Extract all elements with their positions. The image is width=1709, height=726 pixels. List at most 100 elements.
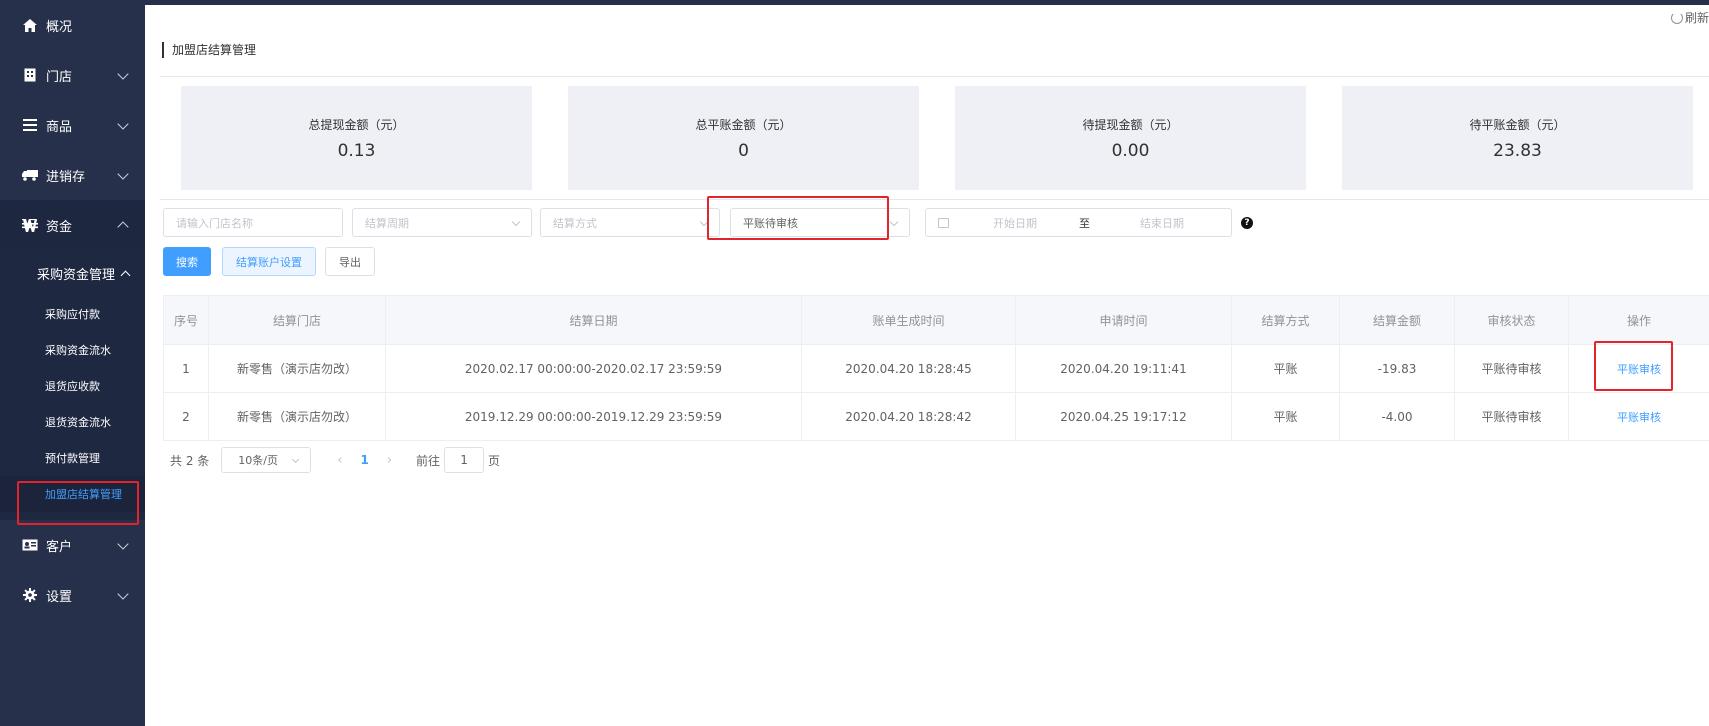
divider [160, 76, 1709, 77]
store-name-input[interactable]: 请输入门店名称 [163, 208, 343, 237]
stat-value: 0 [738, 140, 749, 161]
sub-item-payables[interactable]: 采购应付款 [0, 296, 145, 332]
home-icon [22, 17, 38, 33]
cell-action: 平账审核 [1568, 392, 1709, 441]
stat-label: 待平账金额（元） [1469, 117, 1566, 132]
sidebar-item-funds[interactable]: 资金 [0, 200, 145, 250]
col-header: 结算方式 [1231, 295, 1340, 345]
goto-page-value: 1 [460, 453, 468, 467]
export-button[interactable]: 导出 [325, 247, 375, 276]
sidebar-item-label: 商品 [46, 119, 73, 135]
cell-applied: 2020.04.20 19:11:41 [1015, 344, 1232, 393]
table-row: 1 新零售（演示店勿改） 2020.02.17 00:00:00-2020.02… [163, 344, 1709, 393]
cell-amount: -19.83 [1339, 344, 1455, 393]
col-header: 操作 [1568, 295, 1709, 345]
stat-label: 总平账金额（元） [695, 117, 792, 132]
status-value: 平账待审核 [743, 216, 798, 230]
chevron-down-icon [117, 68, 129, 80]
submenu-procurement-funds[interactable]: 采购资金管理 [0, 250, 145, 296]
page-size-value: 10条/页 [238, 454, 278, 467]
cell-store: 新零售（演示店勿改） [208, 392, 386, 441]
search-button[interactable]: 搜索 [163, 247, 211, 276]
sub-item-return-flow[interactable]: 退货资金流水 [0, 404, 145, 440]
chevron-down-icon [117, 118, 129, 130]
chevron-down-icon [117, 168, 129, 180]
cell-store: 新零售（演示店勿改） [208, 344, 386, 393]
cell-period: 2019.12.29 00:00:00-2019.12.29 23:59:59 [385, 392, 802, 441]
stats-row: 总提现金额（元） 0.13 总平账金额（元） 0 待提现金额（元） 0.00 待… [181, 86, 1693, 190]
date-range-picker[interactable]: 开始日期 至 结束日期 [925, 208, 1232, 237]
chevron-down-icon [292, 455, 300, 464]
sidebar-item-label: 客户 [46, 539, 73, 555]
status-select[interactable]: 平账待审核 [730, 208, 910, 237]
store-name-placeholder: 请输入门店名称 [176, 216, 253, 230]
account-settings-button[interactable]: 结算账户设置 [222, 247, 316, 276]
sidebar-item-store[interactable]: 门店 [0, 50, 145, 100]
sub-item-return-receivables[interactable]: 退货应收款 [0, 368, 145, 404]
sidebar-item-customer[interactable]: 客户 [0, 520, 145, 570]
sub-item-prepayment[interactable]: 预付款管理 [0, 440, 145, 476]
chevron-down-icon [889, 217, 899, 227]
sub-item-franchise-settlement[interactable]: 加盟店结算管理 [0, 476, 145, 512]
cell-method: 平账 [1231, 344, 1340, 393]
end-date-placeholder: 结束日期 [1140, 216, 1184, 230]
help-icon[interactable]: ? [1241, 217, 1253, 229]
total-count: 共 2 条 [170, 453, 210, 468]
chevron-down-icon [511, 217, 521, 227]
refresh-label: 刷新 [1684, 11, 1709, 25]
truck-icon [22, 167, 38, 183]
col-header: 申请时间 [1015, 295, 1232, 345]
col-header: 序号 [163, 295, 209, 345]
currency-icon [22, 217, 38, 233]
stat-card-total-withdraw: 总提现金额（元） 0.13 [181, 86, 532, 190]
top-bar [145, 0, 1709, 5]
cell-action: 平账审核 [1568, 344, 1709, 393]
method-select[interactable]: 结算方式 [540, 208, 720, 237]
current-page[interactable]: 1 [360, 453, 368, 467]
audit-link[interactable]: 平账审核 [1617, 411, 1661, 424]
audit-link[interactable]: 平账审核 [1617, 363, 1661, 376]
page-size-select[interactable]: 10条/页 [221, 447, 312, 473]
cell-no: 2 [163, 392, 209, 441]
col-header: 审核状态 [1454, 295, 1569, 345]
submenu-tail [0, 512, 145, 520]
stat-value: 0.00 [1111, 140, 1150, 161]
store-icon [22, 67, 38, 83]
cell-status: 平账待审核 [1454, 392, 1569, 441]
cell-generated: 2020.04.20 18:28:45 [801, 344, 1016, 393]
list-icon [22, 117, 38, 133]
cell-period: 2020.02.17 00:00:00-2020.02.17 23:59:59 [385, 344, 802, 393]
goto-page-input[interactable]: 1 [444, 447, 485, 473]
stat-card-pending-balance: 待平账金额（元） 23.83 [1342, 86, 1693, 190]
prev-page-button[interactable]: ‹ [337, 453, 342, 468]
sidebar-item-goods[interactable]: 商品 [0, 100, 145, 150]
col-header: 账单生成时间 [801, 295, 1016, 345]
pagination: 共 2 条 10条/页 ‹ 1 › 前往 1 页 [170, 447, 500, 473]
chevron-up-icon [117, 221, 129, 233]
sidebar-item-settings[interactable]: 设置 [0, 570, 145, 620]
period-placeholder: 结算周期 [365, 216, 409, 230]
stat-card-total-balance: 总平账金额（元） 0 [568, 86, 919, 190]
cell-method: 平账 [1231, 392, 1340, 441]
next-page-button[interactable]: › [387, 453, 392, 468]
col-header: 结算日期 [385, 295, 802, 345]
cell-generated: 2020.04.20 18:28:42 [801, 392, 1016, 441]
page-title: 加盟店结算管理 [162, 42, 256, 58]
settlement-table: 序号 结算门店 结算日期 账单生成时间 申请时间 结算方式 结算金额 审核状态 … [163, 295, 1709, 441]
col-header: 结算门店 [208, 295, 386, 345]
goto-suffix: 页 [488, 453, 501, 468]
cell-applied: 2020.04.25 19:17:12 [1015, 392, 1232, 441]
main-content: 刷新 加盟店结算管理 总提现金额（元） 0.13 总平账金额（元） 0 待提现金… [145, 0, 1709, 726]
chevron-down-icon [699, 217, 709, 227]
app-root: 概况 门店 商品 进销存 资金 采购资金管理 采购应付款 采购资金流水 退货应收… [0, 0, 1709, 726]
sidebar-item-label: 概况 [46, 19, 73, 35]
sidebar-item-label: 进销存 [46, 169, 86, 185]
sub-item-purchase-flow[interactable]: 采购资金流水 [0, 332, 145, 368]
sidebar-item-label: 资金 [46, 219, 73, 235]
refresh-icon [1670, 11, 1683, 24]
sidebar-item-overview[interactable]: 概况 [0, 0, 145, 50]
refresh-button[interactable]: 刷新 [1670, 9, 1709, 26]
sidebar-item-inventory[interactable]: 进销存 [0, 150, 145, 200]
gear-icon [22, 587, 38, 603]
period-select[interactable]: 结算周期 [352, 208, 532, 237]
